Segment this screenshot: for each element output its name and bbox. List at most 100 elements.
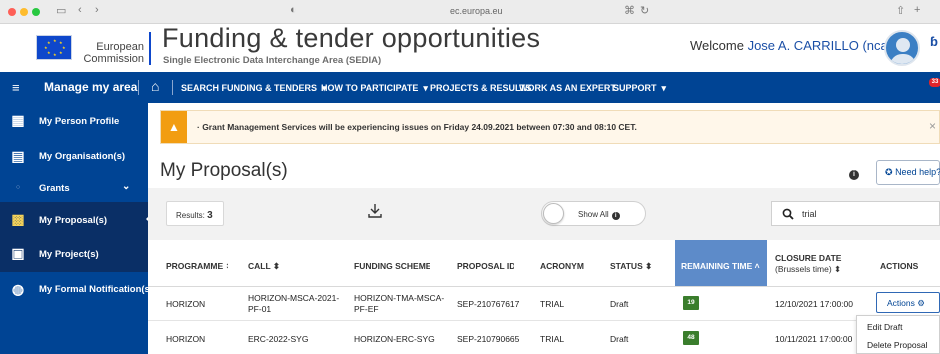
eu-flag-logo[interactable]: ★ ★ ★ ★ ★ ★ ★ ★ — [36, 35, 72, 60]
new-tab-icon[interactable]: + — [914, 4, 920, 16]
cell-programme: HORIZON — [166, 299, 206, 309]
header-edge-icon[interactable]: ɓ — [930, 34, 938, 49]
actions-button[interactable]: Actions ⚙ — [876, 292, 940, 313]
building-icon: ▤ — [11, 148, 25, 164]
cell-proposal-id[interactable]: SEP-210767617 — [457, 299, 519, 309]
column-label: REMAINING TIME — [681, 261, 753, 271]
cell-call: HORIZON-MSCA-2021- — [248, 293, 340, 303]
welcome-text: Welcome Jose A. CARRILLO (ncarrija) — [690, 38, 914, 53]
nav-how-to-participate[interactable]: HOW TO PARTICIPATE ▾ — [321, 83, 428, 94]
column-label: PROPOSAL ID — [457, 261, 516, 271]
commission-name: European Commission — [80, 41, 144, 65]
column-header-acronym[interactable]: ACRONYM ⬍ — [514, 240, 593, 286]
need-help-button[interactable]: ✪ Need help? — [876, 160, 940, 185]
search-icon — [782, 208, 794, 220]
nav-search-funding-label: SEARCH FUNDING & TENDERS — [181, 83, 318, 93]
nav-work-as-expert[interactable]: WORK AS AN EXPERT — [519, 83, 616, 93]
search-value[interactable]: trial — [802, 209, 817, 219]
nav-support-label: SUPPORT — [613, 83, 657, 93]
results-value: 3 — [207, 210, 213, 221]
column-header-closure-date[interactable]: CLOSURE DATE (Brussels time) ⬍ — [767, 240, 872, 286]
nav-support[interactable]: SUPPORT ▾ — [613, 83, 666, 94]
column-header-programme[interactable]: PROGRAMME ⬍ — [148, 240, 233, 286]
sidebar-item-projects[interactable]: ▣ My Project(s) — [0, 237, 148, 272]
table-toolbar: Results: 3 Show All i trial — [148, 188, 940, 240]
column-label: ACTIONS — [880, 261, 919, 271]
sidebar-item-label: Grants — [39, 183, 70, 194]
site-title[interactable]: Funding & tender opportunities — [162, 24, 540, 52]
warning-icon-box: ▲ — [161, 111, 187, 143]
person-profile-icon: ▦ — [11, 112, 25, 128]
sidebar-item-formal-notifications[interactable]: ◍ My Formal Notification(s) — [0, 272, 153, 307]
show-all-toggle[interactable]: Show All i — [541, 201, 646, 226]
column-header-remaining-time[interactable]: REMAINING TIME ˄ — [675, 240, 767, 286]
org-line-2: Commission — [83, 53, 144, 65]
need-help-label: Need help? — [895, 167, 940, 177]
header-divider — [148, 286, 940, 287]
site-subtitle: Single Electronic Data Interchange Area … — [163, 55, 382, 66]
help-icon: ✪ — [885, 167, 893, 177]
sidebar-item-organisations[interactable]: ▤ My Organisation(s) — [0, 139, 148, 174]
menu-item-edit-draft[interactable]: Edit Draft — [867, 322, 902, 332]
column-label: FUNDING SCHEME — [354, 261, 432, 271]
close-icon[interactable]: × — [929, 119, 936, 133]
column-label: ACRONYM — [540, 261, 584, 271]
sidebar-toggle-icon[interactable]: ▭ — [56, 4, 66, 17]
cell-funding-scheme: HORIZON-TMA-MSCA- — [354, 293, 445, 303]
translate-icon[interactable]: ⌘ — [624, 4, 635, 17]
page-title: My Proposal(s) — [160, 160, 288, 181]
hamburger-menu-icon[interactable]: ≡ — [12, 80, 20, 95]
sidebar-item-label: My Project(s) — [39, 249, 99, 260]
nav-search-funding[interactable]: SEARCH FUNDING & TENDERS ▾ — [181, 83, 327, 94]
back-icon[interactable]: ‹ — [78, 4, 82, 16]
cell-status: Draft — [610, 299, 629, 309]
show-all-label: Show All — [578, 210, 609, 219]
sidebar-item-grants[interactable]: ○ Grants ⌄ — [0, 174, 148, 202]
cell-closure-date: 10/11/2021 17:00:00 — [775, 334, 853, 344]
reload-icon[interactable]: ↻ — [640, 4, 649, 17]
sidebar: ▦ My Person Profile ▤ My Organisation(s)… — [0, 103, 153, 354]
welcome-prefix: Welcome — [690, 38, 748, 53]
column-header-status[interactable]: STATUS ⬍ — [584, 240, 675, 286]
close-window-icon[interactable] — [8, 8, 16, 16]
nav-divider — [172, 80, 173, 95]
nav-work-as-expert-label: WORK AS AN EXPERT — [519, 83, 616, 93]
share-icon[interactable]: ⇧ — [896, 4, 905, 17]
home-icon[interactable]: ⌂ — [151, 78, 159, 94]
address-bar[interactable]: ec.europa.eu — [450, 6, 503, 16]
sidebar-item-proposals[interactable]: ▩ My Proposal(s) — [0, 202, 148, 237]
info-icon[interactable]: i — [849, 170, 859, 180]
nav-projects-results-label: PROJECTS & RESULTS — [430, 83, 532, 93]
manage-my-area-link[interactable]: Manage my area — [44, 80, 137, 94]
org-line-1: European — [96, 41, 144, 53]
column-header-call[interactable]: CALL ⬍ — [228, 240, 326, 286]
download-icon[interactable] — [366, 202, 384, 220]
avatar[interactable] — [884, 30, 920, 66]
cell-status: Draft — [610, 334, 629, 344]
maintenance-alert: ▲ · Grant Management Services will be ex… — [160, 110, 940, 144]
search-input[interactable]: trial — [771, 201, 940, 226]
globe-icon: ◍ — [11, 281, 25, 297]
header-divider — [149, 32, 151, 65]
column-label: PROGRAMME — [166, 261, 224, 271]
toggle-knob[interactable] — [543, 203, 564, 224]
nav-how-to-participate-label: HOW TO PARTICIPATE — [321, 83, 419, 93]
cell-proposal-id[interactable]: SEP-210790665 — [457, 334, 519, 344]
column-header-funding-scheme[interactable]: FUNDING SCHEME ⬍ — [326, 240, 441, 286]
info-icon[interactable]: i — [611, 212, 620, 220]
sidebar-item-label: My Formal Notification(s) — [39, 284, 154, 295]
forward-icon[interactable]: › — [95, 4, 99, 16]
nav-projects-results[interactable]: PROJECTS & RESULTS — [430, 83, 531, 93]
column-header-proposal-id[interactable]: PROPOSAL ID ⬍ — [430, 240, 525, 286]
sidebar-item-label: My Organisation(s) — [39, 151, 126, 162]
sidebar-item-person-profile[interactable]: ▦ My Person Profile — [0, 103, 148, 139]
actions-dropdown-menu: Edit Draft Delete Proposal — [856, 315, 940, 354]
notification-bell-icon[interactable]: 33 — [925, 78, 940, 96]
bullet-icon: ○ — [15, 184, 21, 191]
minimize-window-icon[interactable] — [20, 8, 28, 16]
maximize-window-icon[interactable] — [32, 8, 40, 16]
menu-item-delete-proposal[interactable]: Delete Proposal — [867, 340, 927, 350]
actions-label: Actions — [887, 298, 915, 308]
cell-funding-scheme-line2: PF-EF — [354, 304, 379, 314]
site-header: ★ ★ ★ ★ ★ ★ ★ ★ European Commission Funding &… — [0, 24, 940, 72]
